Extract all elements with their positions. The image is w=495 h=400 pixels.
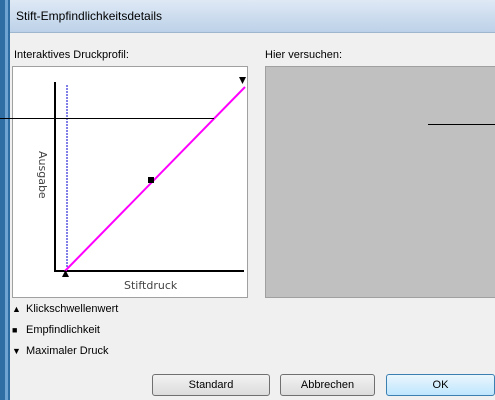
standard-button[interactable]: Standard — [152, 374, 270, 396]
y-axis-label: Ausgabe — [36, 151, 49, 199]
x-axis-label: Stiftdruck — [124, 279, 178, 292]
triangle-up-icon: ▲ — [12, 304, 21, 314]
title-bar[interactable]: Stift-Empfindlichkeitsdetails — [10, 0, 495, 33]
max-pressure-handle[interactable] — [239, 77, 246, 84]
triangle-down-icon: ▼ — [12, 346, 21, 356]
legend-label: Maximaler Druck — [26, 345, 109, 357]
legend-label: Empfindlichkeit — [26, 324, 100, 336]
legend-sensitivity: ■ Empfindlichkeit — [12, 324, 100, 336]
window-title: Stift-Empfindlichkeitsdetails — [16, 9, 163, 23]
pen-stroke-left — [0, 118, 214, 119]
legend-click-threshold: ▲ Klickschwellenwert — [12, 303, 118, 315]
ok-button[interactable]: OK — [386, 374, 495, 396]
try-here-area[interactable] — [265, 66, 495, 298]
pressure-curve — [64, 86, 246, 272]
legend-max-pressure: ▼ Maximaler Druck — [12, 345, 109, 357]
try-area-label: Hier versuchen: — [265, 49, 343, 61]
pressure-curve-svg: Ausgabe Stiftdruck — [36, 77, 246, 292]
square-icon: ■ — [12, 325, 18, 335]
pen-stroke-right — [428, 124, 495, 125]
cancel-button[interactable]: Abbrechen — [280, 374, 375, 396]
legend-label: Klickschwellenwert — [26, 303, 119, 315]
pressure-profile-graph[interactable]: Ausgabe Stiftdruck — [12, 66, 248, 298]
profile-label: Interaktives Druckprofil: — [14, 49, 129, 61]
sensitivity-handle[interactable] — [148, 177, 154, 183]
window-frame-highlight — [5, 0, 8, 400]
